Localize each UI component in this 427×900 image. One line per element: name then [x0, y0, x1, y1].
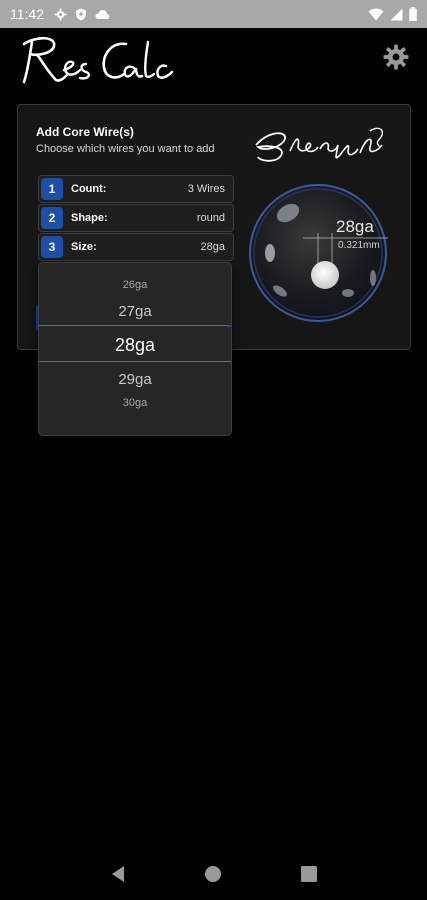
gear-icon [54, 8, 67, 20]
status-system-icons [368, 7, 417, 21]
card-title: Add Core Wire(s) [36, 125, 134, 139]
size-picker-dropdown[interactable]: 26ga 27ga 28ga 29ga 30ga [38, 262, 232, 436]
recents-button[interactable] [297, 862, 321, 886]
status-time: 11:42 [10, 6, 44, 22]
app-logo [22, 36, 174, 84]
gauge-label: 28ga [336, 217, 374, 236]
settings-button[interactable] [383, 44, 409, 70]
picker-option-selected[interactable]: 28ga [39, 335, 231, 356]
card-subtitle: Choose which wires you want to add [36, 143, 215, 155]
step-badge: 2 [41, 207, 63, 229]
back-button[interactable] [106, 862, 130, 886]
step-badge: 1 [41, 178, 63, 200]
recents-icon [301, 866, 318, 882]
brand-signature-logo [255, 127, 384, 162]
step-badge: 3 [41, 236, 63, 258]
signal-icon [390, 8, 403, 20]
battery-icon [409, 7, 417, 21]
count-row[interactable]: 1 Count: 3 Wires [38, 175, 234, 203]
shape-value: round [196, 212, 225, 224]
wire-options-list: 1 Count: 3 Wires 2 Shape: round 3 Size: … [38, 175, 234, 262]
picker-selection-line-top [39, 325, 231, 326]
picker-accent-indicator [227, 325, 231, 327]
size-row[interactable]: 3 Size: 28ga [38, 233, 234, 261]
status-notification-icons [54, 8, 110, 21]
gear-icon [383, 44, 409, 70]
size-value: 28ga [200, 241, 225, 253]
picker-selection-line-bottom [39, 361, 231, 362]
shape-label: Shape: [71, 212, 108, 224]
navigation-bar [0, 848, 427, 900]
wifi-icon [368, 8, 384, 20]
picker-option[interactable]: 26ga [39, 279, 231, 291]
home-icon [205, 866, 222, 882]
back-icon [111, 866, 124, 882]
picker-option[interactable]: 27ga [39, 303, 231, 320]
diameter-label: 0.321mm [338, 240, 380, 251]
cloud-icon [95, 9, 110, 19]
home-button[interactable] [201, 862, 225, 886]
shape-row[interactable]: 2 Shape: round [38, 204, 234, 232]
count-value: 3 Wires [187, 183, 225, 195]
count-label: Count: [71, 183, 107, 195]
size-label: Size: [71, 241, 97, 253]
picker-option[interactable]: 30ga [39, 397, 231, 409]
shield-icon [76, 8, 86, 20]
picker-option[interactable]: 29ga [39, 371, 231, 388]
status-bar: 11:42 [0, 0, 427, 28]
wire-preview-image [249, 184, 388, 322]
